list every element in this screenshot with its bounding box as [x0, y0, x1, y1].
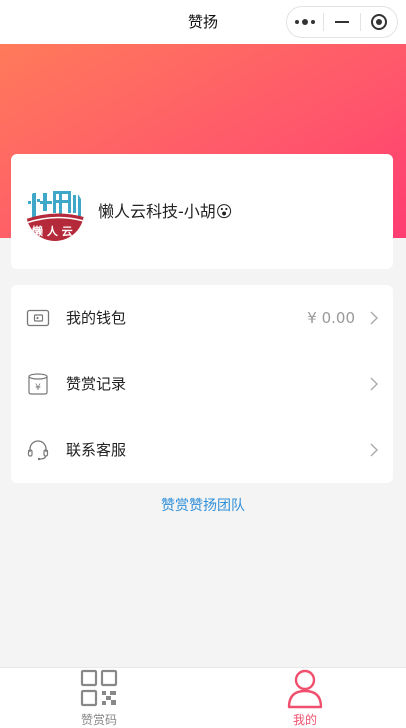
tab-mine[interactable]: 我的	[245, 668, 365, 728]
menu-item-records[interactable]: ¥ 赞赏记录	[11, 351, 393, 417]
target-icon	[371, 14, 387, 30]
close-app-button[interactable]	[361, 7, 397, 37]
team-link[interactable]: 赞赏赞扬团队	[0, 495, 406, 515]
username: 懒人云科技-小胡😮	[98, 202, 233, 221]
wallet-balance: ¥ 0.00	[307, 309, 355, 327]
chevron-right-icon	[370, 443, 378, 457]
menu-item-label: 联系客服	[66, 441, 127, 459]
more-dots-icon	[295, 19, 315, 25]
svg-text:¥: ¥	[35, 383, 41, 393]
menu-item-label: 我的钱包	[66, 309, 127, 327]
menu-item-customer-service[interactable]: 联系客服	[11, 417, 393, 483]
qr-code-icon	[80, 669, 118, 707]
avatar-logo-icon: 懒 人 云	[26, 183, 84, 241]
menu-item-label: 赞赏记录	[66, 375, 127, 393]
user-icon	[287, 669, 323, 709]
headset-icon	[27, 440, 49, 461]
profile-card[interactable]: 懒 人 云 懒人云科技-小胡😮	[11, 154, 393, 269]
tab-bar: 赞赏码 我的	[0, 667, 406, 728]
tab-label: 我的	[292, 713, 317, 727]
mini-program-capsule	[286, 6, 398, 38]
records-icon: ¥	[28, 373, 48, 395]
tab-qr-code[interactable]: 赞赏码	[39, 668, 159, 728]
minus-icon	[335, 21, 349, 23]
chevron-right-icon	[370, 377, 378, 391]
more-button[interactable]	[287, 7, 323, 37]
minimize-button[interactable]	[324, 7, 360, 37]
chevron-right-icon	[370, 311, 378, 325]
menu-item-wallet[interactable]: 我的钱包 ¥ 0.00	[11, 285, 393, 351]
svg-text:懒 人 云: 懒 人 云	[32, 224, 73, 238]
avatar: 懒 人 云	[26, 183, 84, 241]
tab-label: 赞赏码	[80, 713, 117, 727]
menu-card: 我的钱包 ¥ 0.00 ¥ 赞赏记录 联系客服	[11, 285, 393, 483]
navigation-bar: 赞扬	[0, 0, 406, 44]
wallet-icon	[26, 309, 50, 327]
